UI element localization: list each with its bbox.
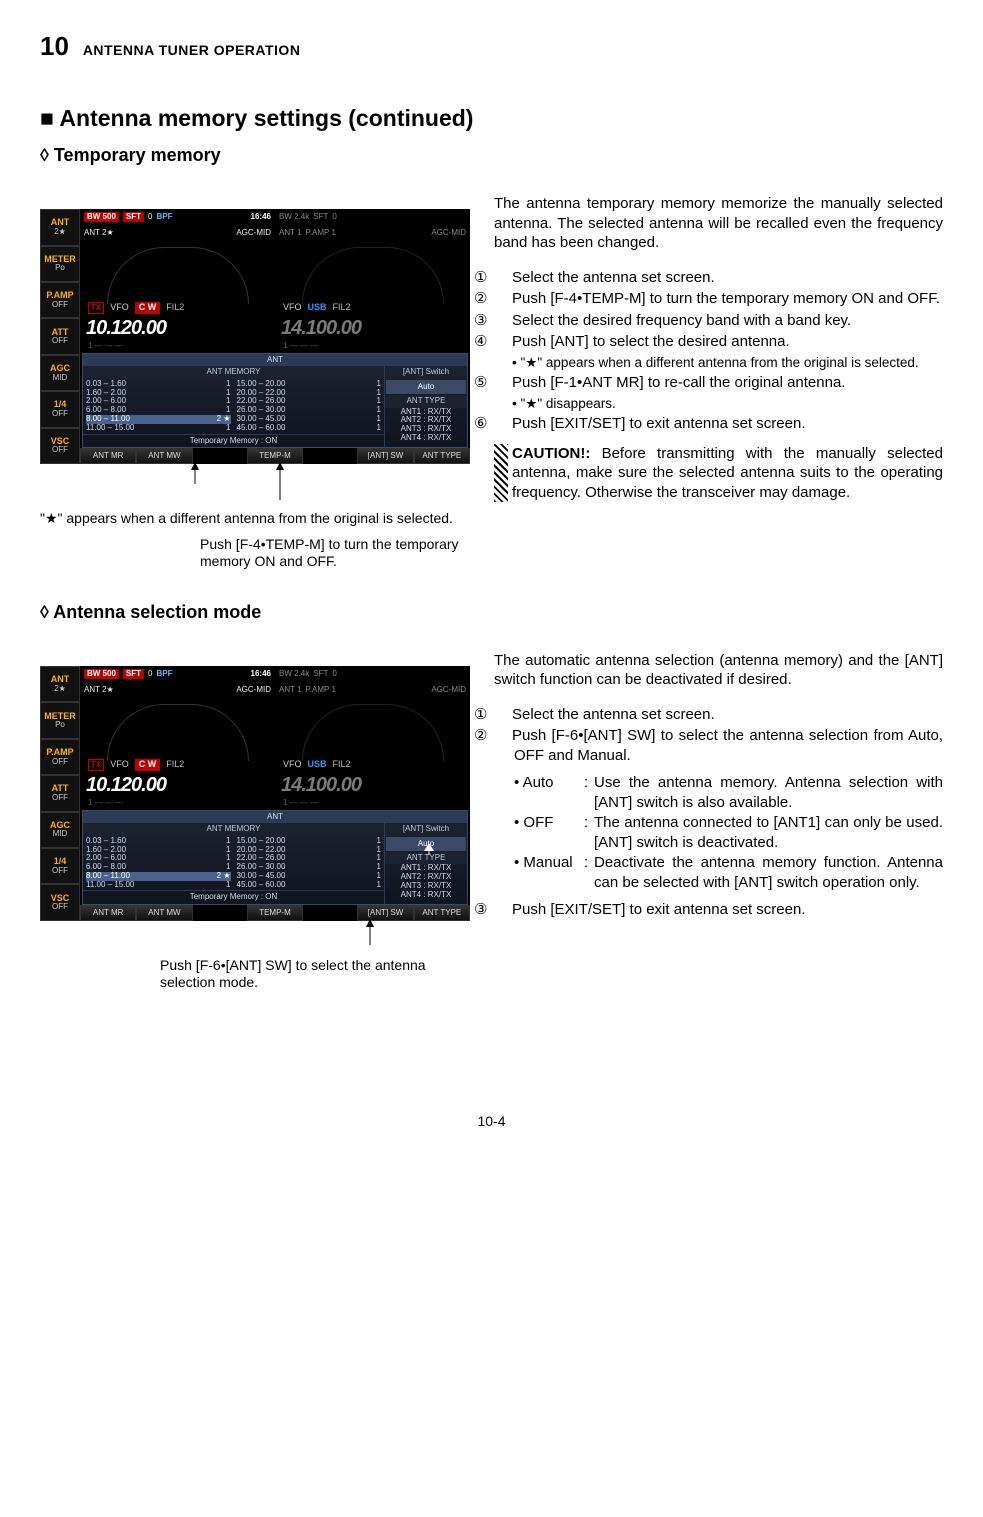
page-header: 10 ANTENNA TUNER OPERATION [40,30,943,64]
sft-tag: SFT [123,212,144,222]
side-button[interactable]: AGCMID [40,812,80,848]
sft-tag: SFT [123,669,144,679]
ant-switch-header: [ANT] Switch [385,823,467,835]
side-button[interactable]: P.AMPOFF [40,739,80,775]
frequency-sub: 14.100.00 [275,772,470,798]
ant-memory-header: ANT MEMORY [83,366,384,378]
caution-stripe [494,444,508,503]
side-button[interactable]: VSCOFF [40,884,80,920]
temporary-memory-status: Temporary Memory : ON [83,434,384,447]
radio-screenshot: ANT2★METERPoP.AMPOFFATTOFFAGCMID1/4OFFVS… [40,209,470,464]
frequency-main: 10.120.00 [80,772,275,798]
temporary-memory-status: Temporary Memory : ON [83,890,384,903]
ant-panel: ANT ANT MEMORY 0.03 – 1.6011.60 – 2.0012… [82,353,468,448]
radio-screenshot: ANT2★METERPoP.AMPOFFATTOFFAGCMID1/4OFFVS… [40,666,470,921]
side-button[interactable]: METERPo [40,246,80,282]
frequency-sub: 14.100.00 [275,315,470,341]
temp-step-1: ①Select the antenna set screen. [494,268,943,288]
sel-off: • OFF: The antenna connected to [ANT1] c… [514,813,943,852]
subsection-sel-title: ◊ Antenna selection mode [40,601,943,624]
bw-tag: BW 500 [84,212,119,222]
ant-memory-row[interactable]: 11.00 – 15.001 [86,424,231,433]
temp-step-4-note: • "★" appears when a different antenna f… [494,354,943,372]
side-button[interactable]: AGCMID [40,355,80,391]
side-button[interactable]: ANT2★ [40,666,80,702]
temp-step-4: ④Push [ANT] to select the desired antenn… [494,332,943,352]
side-button[interactable]: ANT2★ [40,209,80,245]
temp-step-6: ⑥Push [EXIT/SET] to exit antenna set scr… [494,414,943,434]
caption-sel-push: Push [F-6•[ANT] SW] to select the antenn… [160,957,470,992]
tx-indicator: TX [88,302,104,314]
sel-step-3: ③Push [EXIT/SET] to exit antenna set scr… [494,900,943,920]
chapter-title: ANTENNA TUNER OPERATION [83,42,301,58]
side-button[interactable]: METERPo [40,702,80,738]
side-button-column: ANT2★METERPoP.AMPOFFATTOFFAGCMID1/4OFFVS… [40,209,80,464]
ant-type-row: ANT4 : RX/TX [385,434,467,443]
sel-step-2: ②Push [F-6•[ANT] SW] to select the anten… [494,726,943,765]
temp-step-2: ②Push [F-4•TEMP-M] to turn the temporary… [494,289,943,309]
ant-switch-value[interactable]: Auto [386,380,466,394]
bw-tag: BW 500 [84,669,119,679]
meter-dial-right [275,241,470,301]
ant-memory-row[interactable]: 11.00 – 15.001 [86,881,231,890]
ant-memory-header: ANT MEMORY [83,823,384,835]
meter-dial-right [275,698,470,758]
side-button[interactable]: 1/4OFF [40,391,80,427]
page-footer: 10-4 [40,1112,943,1130]
clock: 16:46 [251,669,271,679]
section-title: ■ Antenna memory settings (continued) [40,104,943,134]
side-button[interactable]: ATTOFF [40,318,80,354]
caption-temp-push: Push [F-4•TEMP-M] to turn the temporary … [200,536,470,571]
tx-indicator: TX [88,759,104,771]
caution-block: CAUTION!: Before transmitting with the m… [494,444,943,503]
bpf-tag: BPF [156,212,172,222]
ant-type-header: ANT TYPE [385,395,467,407]
temp-step-5-note: • "★" disappears. [494,395,943,413]
sel-manual: • Manual: Deactivate the antenna memory … [514,853,943,892]
meter-dial-left [80,241,275,301]
sel-intro: The automatic antenna selection (antenna… [494,651,943,690]
side-button[interactable]: 1/4OFF [40,848,80,884]
meter-dial-left [80,698,275,758]
side-button[interactable]: VSCOFF [40,428,80,464]
temp-step-5: ⑤Push [F-1•ANT MR] to re-call the origin… [494,373,943,393]
ant-memory-row[interactable]: 45.00 – 60.001 [237,881,382,890]
bpf-tag: BPF [156,669,172,679]
ant-type-row: ANT4 : RX/TX [385,891,467,900]
side-button[interactable]: ATTOFF [40,775,80,811]
sel-auto: • Auto: Use the antenna memory. Antenna … [514,773,943,812]
caption-star: "★" appears when a different antenna fro… [40,510,470,528]
clock: 16:46 [251,212,271,222]
side-button[interactable]: P.AMPOFF [40,282,80,318]
temp-step-3: ③Select the desired frequency band with … [494,311,943,331]
ant-memory-row[interactable]: 45.00 – 60.001 [237,424,382,433]
frequency-main: 10.120.00 [80,315,275,341]
temp-intro: The antenna temporary memory memorize th… [494,194,943,253]
chapter-number: 10 [40,31,69,61]
ant-switch-header: [ANT] Switch [385,366,467,378]
sel-step-1: ①Select the antenna set screen. [494,705,943,725]
ant-panel: ANT ANT MEMORY 0.03 – 1.6011.60 – 2.0012… [82,810,468,905]
subsection-temp-title: ◊ Temporary memory [40,144,943,167]
side-button-column: ANT2★METERPoP.AMPOFFATTOFFAGCMID1/4OFFVS… [40,666,80,921]
